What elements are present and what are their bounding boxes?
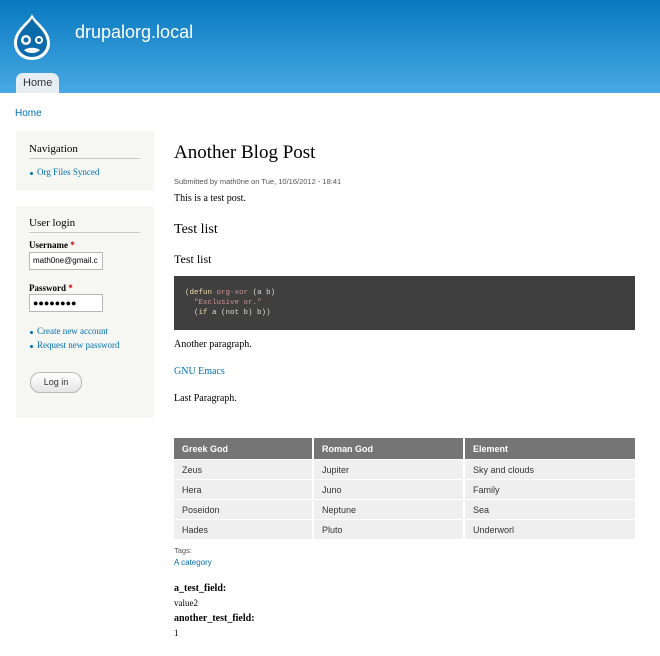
submitted-info: Submitted by math0ne on Tue, 10/16/2012 …: [174, 177, 342, 186]
login-button[interactable]: Log in: [30, 372, 82, 393]
gods-table: Greek God Roman God Element Zeus Jupiter…: [174, 438, 635, 539]
navigation-title: Navigation: [29, 143, 78, 155]
field-label: a_test_field:: [174, 583, 227, 594]
field-value: 1: [174, 628, 179, 638]
paragraph: Another paragraph.: [174, 339, 252, 350]
site-header: drupalorg.local Home: [0, 0, 660, 93]
table-cell: Underworl: [464, 519, 635, 539]
heading-test-list: Test list: [174, 222, 218, 237]
site-name[interactable]: drupalorg.local: [75, 22, 193, 43]
gnu-emacs-link[interactable]: GNU Emacs: [174, 366, 225, 377]
tab-home[interactable]: Home: [16, 73, 60, 93]
subheading-test-list: Test list: [174, 252, 212, 266]
password-input[interactable]: ●●●●●●●●: [29, 294, 103, 312]
table-cell: Jupiter: [313, 459, 465, 480]
table-header-row: Greek God Roman God Element: [174, 438, 635, 460]
divider: [29, 232, 140, 233]
create-account-link[interactable]: Create new account: [37, 326, 108, 336]
last-paragraph: Last Paragraph.: [174, 393, 237, 404]
page-title: Another Blog Post: [174, 142, 316, 163]
table-cell: Hera: [174, 479, 314, 500]
list-bullet: [30, 331, 33, 334]
field-label: another_test_field:: [174, 613, 255, 624]
intro-paragraph: This is a test post.: [174, 193, 246, 204]
nav-item-org-files-synced[interactable]: Org Files Synced: [37, 167, 99, 177]
tags-label: Tags:: [174, 546, 192, 555]
table-cell: Sky and clouds: [464, 459, 635, 480]
table-cell: Family: [464, 479, 635, 500]
table-row: Poseidon Neptune Sea: [174, 499, 635, 520]
breadcrumb-home[interactable]: Home: [15, 108, 42, 119]
table-row: Zeus Jupiter Sky and clouds: [174, 459, 635, 480]
navigation-block: Navigation: [16, 131, 154, 191]
username-label: Username *: [29, 240, 75, 250]
list-bullet: [30, 172, 33, 175]
field-value: value2: [174, 598, 198, 608]
table-cell: Hades: [174, 519, 314, 539]
list-bullet: [30, 345, 33, 348]
table-row: Hades Pluto Underworl: [174, 519, 635, 539]
table-cell: Sea: [464, 499, 635, 520]
table-row: Hera Juno Family: [174, 479, 635, 500]
username-input[interactable]: math0ne@gmail.c: [29, 252, 103, 270]
table-header: Greek God: [174, 438, 314, 460]
password-label: Password *: [29, 283, 73, 293]
table-header: Roman God: [313, 438, 465, 460]
table-cell: Zeus: [174, 459, 314, 480]
table-cell: Juno: [313, 479, 465, 500]
tag-link-a-category[interactable]: A category: [174, 558, 212, 567]
table-cell: Neptune: [313, 499, 465, 520]
divider: [29, 158, 140, 159]
table-cell: Poseidon: [174, 499, 314, 520]
request-password-link[interactable]: Request new password: [37, 340, 120, 350]
code-block: (defun org-xor (a b) "Exclusive or." (if…: [174, 276, 635, 330]
table-header: Element: [464, 438, 635, 460]
user-login-title: User login: [29, 217, 76, 229]
table-cell: Pluto: [313, 519, 465, 539]
drupal-logo-icon[interactable]: [12, 13, 52, 61]
